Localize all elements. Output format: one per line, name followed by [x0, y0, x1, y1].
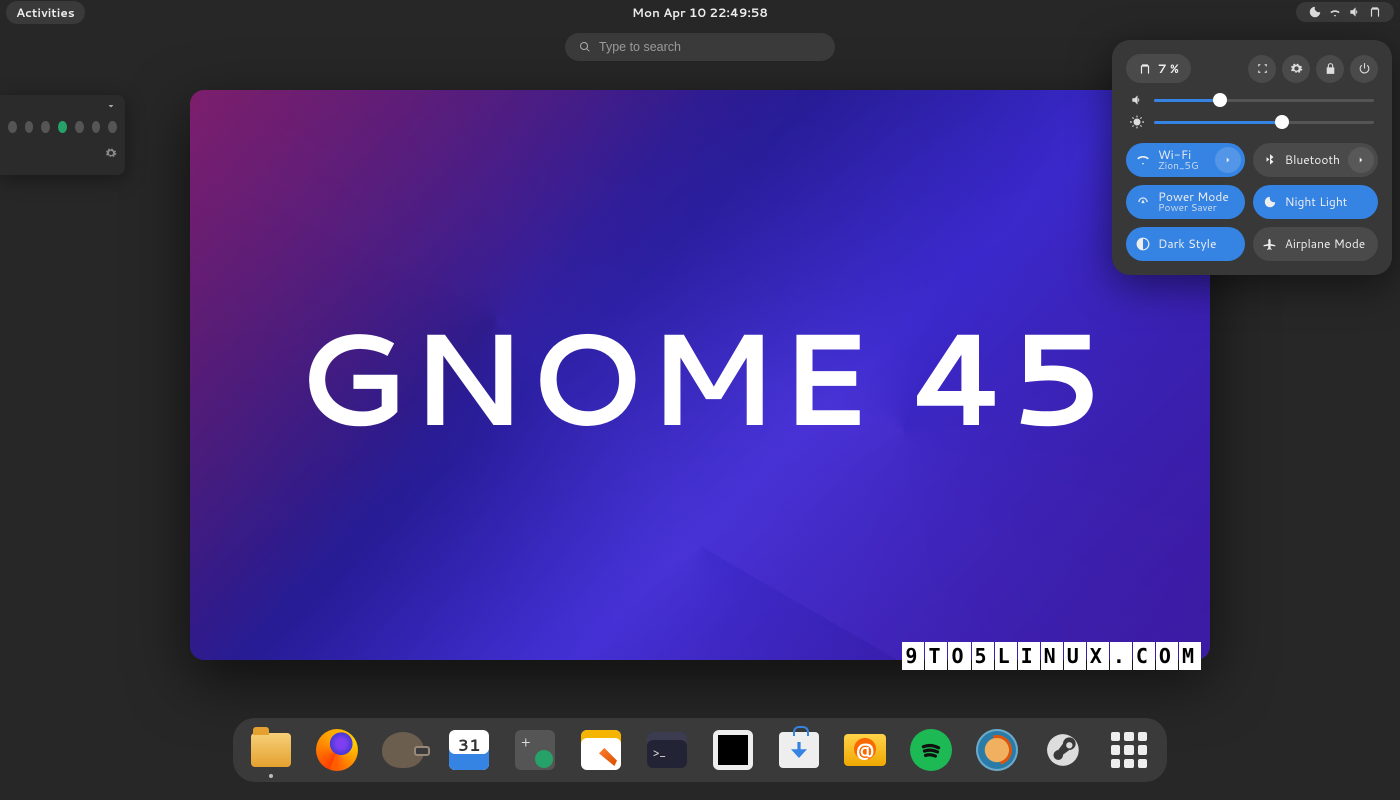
- gear-icon: [105, 147, 117, 159]
- system-tray[interactable]: [1296, 2, 1394, 22]
- wifi-arrow[interactable]: [1215, 147, 1241, 173]
- contrast-icon: [1136, 237, 1150, 251]
- night-light-toggle[interactable]: Night Light: [1253, 185, 1378, 219]
- bluetooth-toggle[interactable]: Bluetooth: [1253, 143, 1378, 177]
- app-calculator[interactable]: [513, 728, 557, 772]
- app-notes[interactable]: [579, 728, 623, 772]
- power-mode-toggle[interactable]: Power ModePower Saver: [1126, 185, 1245, 219]
- chevron-down-icon: [105, 100, 117, 112]
- power-button[interactable]: [1350, 55, 1378, 83]
- app-terminal[interactable]: >_: [645, 728, 689, 772]
- wallpaper-title: GNOME 45: [190, 283, 1210, 467]
- app-mail[interactable]: [843, 728, 887, 772]
- app-gimp[interactable]: [381, 728, 425, 772]
- night-icon: [1308, 5, 1322, 19]
- app-files[interactable]: [249, 728, 293, 772]
- quick-settings-panel: 7 % Wi-FiZion_5G Bluetooth Power ModePo: [1112, 40, 1392, 275]
- gauge-icon: [1136, 195, 1150, 209]
- bluetooth-arrow[interactable]: [1348, 147, 1374, 173]
- top-bar: Activities Mon Apr 10 22:49:58: [0, 0, 1400, 24]
- night-light-label: Night Light: [1285, 195, 1374, 208]
- workspace-app-dots: [0, 117, 125, 137]
- dash: 31 >_: [233, 718, 1167, 782]
- show-apps-button[interactable]: [1107, 728, 1151, 772]
- search-icon: [579, 41, 591, 53]
- workspace-preview[interactable]: GNOME 45: [190, 90, 1210, 660]
- app-calendar[interactable]: 31: [447, 728, 491, 772]
- battery-pill[interactable]: 7 %: [1126, 54, 1191, 83]
- app-boxes[interactable]: [711, 728, 755, 772]
- settings-button[interactable]: [1282, 55, 1310, 83]
- screenshot-button[interactable]: [1248, 55, 1276, 83]
- bluetooth-label: Bluetooth: [1285, 153, 1340, 166]
- overview-search[interactable]: [565, 33, 835, 61]
- app-steam[interactable]: [1041, 728, 1085, 772]
- clock[interactable]: Mon Apr 10 22:49:58: [632, 4, 768, 21]
- battery-icon: [1138, 62, 1152, 76]
- moon-icon: [1263, 195, 1277, 209]
- battery-icon: [1368, 5, 1382, 19]
- wifi-toggle[interactable]: Wi-FiZion_5G: [1126, 143, 1245, 177]
- airplane-toggle[interactable]: Airplane Mode: [1253, 227, 1378, 261]
- wifi-icon: [1328, 5, 1342, 19]
- airplane-label: Airplane Mode: [1285, 237, 1374, 250]
- app-firefox[interactable]: [315, 728, 359, 772]
- app-spotify[interactable]: [909, 728, 953, 772]
- bluetooth-icon: [1263, 153, 1277, 167]
- app-colorswirl[interactable]: [975, 728, 1019, 772]
- airplane-icon: [1263, 237, 1277, 251]
- wifi-sub: Zion_5G: [1158, 161, 1207, 172]
- power-sub: Power Saver: [1158, 203, 1241, 214]
- search-input[interactable]: [599, 40, 821, 54]
- volume-icon: [1348, 5, 1362, 19]
- battery-text: 7 %: [1158, 60, 1179, 77]
- volume-icon: [1130, 93, 1144, 107]
- dark-style-label: Dark Style: [1158, 237, 1241, 250]
- volume-slider[interactable]: [1130, 93, 1374, 107]
- brightness-icon: [1130, 115, 1144, 129]
- app-software[interactable]: [777, 728, 821, 772]
- dark-style-toggle[interactable]: Dark Style: [1126, 227, 1245, 261]
- activities-button[interactable]: Activities: [6, 1, 85, 24]
- watermark: 9TO5LINUX.COM: [902, 642, 1202, 670]
- lock-button[interactable]: [1316, 55, 1344, 83]
- wifi-icon: [1136, 153, 1150, 167]
- brightness-slider[interactable]: [1130, 115, 1374, 129]
- workspace-thumbnail[interactable]: [0, 95, 125, 175]
